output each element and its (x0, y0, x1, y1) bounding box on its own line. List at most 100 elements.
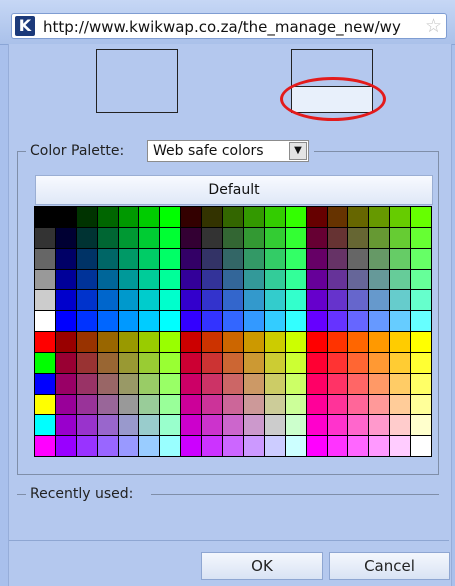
color-swatch[interactable] (97, 373, 118, 394)
color-swatch[interactable] (223, 269, 243, 290)
color-swatch[interactable] (264, 373, 285, 394)
color-swatch[interactable] (118, 227, 139, 248)
color-swatch[interactable] (264, 436, 285, 456)
color-swatch[interactable] (243, 394, 264, 415)
color-swatch[interactable] (327, 207, 348, 227)
color-swatch[interactable] (202, 394, 223, 415)
color-swatch[interactable] (35, 436, 55, 456)
color-swatch[interactable] (411, 436, 431, 456)
color-swatch[interactable] (181, 332, 202, 352)
color-swatch[interactable] (118, 373, 139, 394)
color-swatch[interactable] (306, 207, 327, 227)
color-swatch[interactable] (97, 227, 118, 248)
color-swatch[interactable] (306, 227, 327, 248)
color-swatch[interactable] (76, 311, 97, 331)
color-swatch[interactable] (390, 352, 411, 373)
color-swatch[interactable] (327, 394, 348, 415)
color-swatch[interactable] (202, 311, 223, 331)
color-swatch[interactable] (55, 415, 76, 436)
color-swatch[interactable] (285, 394, 306, 415)
color-swatch[interactable] (160, 311, 181, 331)
color-swatch[interactable] (369, 227, 390, 248)
color-swatch[interactable] (411, 332, 431, 352)
color-swatch[interactable] (348, 269, 369, 290)
color-swatch[interactable] (118, 394, 139, 415)
color-swatch[interactable] (243, 269, 264, 290)
color-swatch[interactable] (35, 227, 55, 248)
color-swatch[interactable] (181, 436, 202, 456)
color-swatch[interactable] (139, 311, 160, 331)
color-swatch[interactable] (369, 311, 390, 331)
color-swatch[interactable] (390, 207, 411, 227)
color-swatch[interactable] (390, 311, 411, 331)
color-swatch[interactable] (118, 311, 139, 331)
color-swatch[interactable] (97, 394, 118, 415)
color-swatch[interactable] (285, 373, 306, 394)
color-swatch[interactable] (35, 352, 55, 373)
color-swatch[interactable] (327, 332, 348, 352)
color-swatch[interactable] (390, 290, 411, 311)
color-swatch[interactable] (160, 248, 181, 269)
color-swatch[interactable] (202, 352, 223, 373)
star-outline-icon[interactable]: ☆ (425, 15, 442, 37)
color-swatch[interactable] (76, 227, 97, 248)
color-swatch[interactable] (243, 248, 264, 269)
color-swatch[interactable] (160, 207, 181, 227)
color-swatch[interactable] (285, 311, 306, 331)
color-swatch[interactable] (76, 394, 97, 415)
color-swatch[interactable] (390, 415, 411, 436)
color-swatch[interactable] (306, 352, 327, 373)
default-color-button[interactable]: Default (35, 175, 433, 205)
color-swatch[interactable] (327, 415, 348, 436)
color-swatch[interactable] (35, 415, 55, 436)
color-swatch[interactable] (306, 436, 327, 456)
color-swatch[interactable] (390, 248, 411, 269)
color-swatch[interactable] (139, 436, 160, 456)
color-swatch[interactable] (55, 290, 76, 311)
color-swatch[interactable] (223, 352, 243, 373)
color-swatch[interactable] (390, 227, 411, 248)
color-swatch[interactable] (118, 415, 139, 436)
color-swatch[interactable] (118, 248, 139, 269)
color-swatch[interactable] (390, 269, 411, 290)
color-swatch[interactable] (285, 269, 306, 290)
color-swatch[interactable] (55, 436, 76, 456)
color-swatch[interactable] (369, 415, 390, 436)
color-swatch[interactable] (55, 207, 76, 227)
color-swatch[interactable] (76, 415, 97, 436)
color-swatch[interactable] (202, 373, 223, 394)
color-swatch[interactable] (35, 332, 55, 352)
color-swatch[interactable] (97, 436, 118, 456)
color-swatch[interactable] (223, 394, 243, 415)
color-swatch[interactable] (118, 290, 139, 311)
color-swatch[interactable] (202, 227, 223, 248)
color-swatch[interactable] (411, 227, 431, 248)
color-swatch[interactable] (223, 311, 243, 331)
color-swatch[interactable] (181, 394, 202, 415)
color-swatch[interactable] (285, 290, 306, 311)
color-swatch[interactable] (264, 207, 285, 227)
color-swatch[interactable] (327, 311, 348, 331)
color-swatch[interactable] (35, 207, 55, 227)
color-swatch[interactable] (306, 415, 327, 436)
color-swatch[interactable] (348, 290, 369, 311)
color-swatch[interactable] (223, 227, 243, 248)
color-swatch[interactable] (139, 373, 160, 394)
color-swatch[interactable] (55, 227, 76, 248)
color-swatch[interactable] (264, 248, 285, 269)
color-swatch[interactable] (306, 394, 327, 415)
color-swatch[interactable] (411, 352, 431, 373)
color-swatch[interactable] (348, 436, 369, 456)
color-swatch[interactable] (369, 394, 390, 415)
color-swatch[interactable] (285, 248, 306, 269)
color-swatch[interactable] (390, 436, 411, 456)
color-swatch[interactable] (97, 269, 118, 290)
color-swatch[interactable] (160, 394, 181, 415)
color-swatch[interactable] (369, 436, 390, 456)
color-swatch[interactable] (264, 352, 285, 373)
color-swatch[interactable] (76, 290, 97, 311)
color-swatch[interactable] (181, 227, 202, 248)
color-swatch[interactable] (160, 290, 181, 311)
color-swatch[interactable] (348, 248, 369, 269)
color-swatch[interactable] (181, 311, 202, 331)
